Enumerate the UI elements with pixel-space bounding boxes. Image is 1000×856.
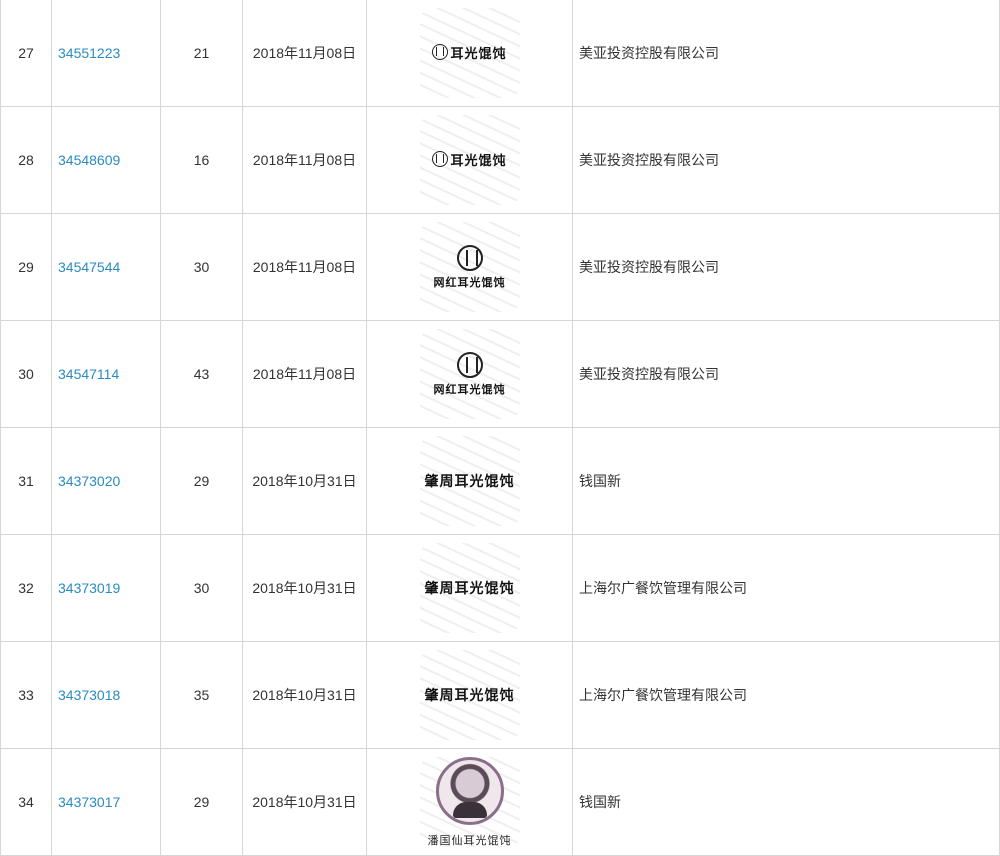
trademark-text: 肇周耳光馄饨 <box>424 581 515 597</box>
trademark-logo-cell: 网红耳光馄饨 <box>366 320 573 428</box>
table-row: 30 34547114 43 2018年11月08日网红耳光馄饨 美亚投资控股有限公司 <box>0 320 1000 428</box>
registration-cell: 34373019 <box>51 534 161 642</box>
trademark-logo-cell: 潘国仙耳光馄饨 <box>366 748 573 856</box>
table-row: 34 34373017 29 2018年10月31日潘国仙耳光馄饨 钱国新 <box>0 748 1000 856</box>
application-date: 2018年10月31日 <box>242 534 367 642</box>
row-index: 29 <box>0 213 52 321</box>
table-row: 28 34548609 16 2018年11月08日 耳光馄饨 美亚投资控股有限公司 <box>0 106 1000 214</box>
seal-icon <box>456 351 483 378</box>
trademark-logo-cell: 肇周耳光馄饨 <box>366 427 573 535</box>
registration-number-link[interactable]: 34373019 <box>58 580 120 596</box>
registration-number-link[interactable]: 34373018 <box>58 687 120 703</box>
trademark-text: 耳光馄饨 <box>450 153 507 169</box>
application-date: 2018年10月31日 <box>242 748 367 856</box>
trademark-text: 网红耳光馄饨 <box>433 382 506 396</box>
applicant-name: 上海尔广餐饮管理有限公司 <box>572 534 1000 642</box>
registration-cell: 34551223 <box>51 0 161 107</box>
class-number: 21 <box>160 0 243 107</box>
class-number: 35 <box>160 641 243 749</box>
registration-cell: 34547114 <box>51 320 161 428</box>
applicant-name: 钱国新 <box>572 427 1000 535</box>
table-row: 27 34551223 21 2018年11月08日 耳光馄饨 美亚投资控股有限公司 <box>0 0 1000 107</box>
trademark-text: 耳光馄饨 <box>450 46 507 62</box>
trademark-image: 肇周耳光馄饨 <box>425 578 515 598</box>
registration-cell: 34373018 <box>51 641 161 749</box>
registration-cell: 34373020 <box>51 427 161 535</box>
class-number: 30 <box>160 213 243 321</box>
applicant-name: 美亚投资控股有限公司 <box>572 0 1000 107</box>
class-number: 29 <box>160 748 243 856</box>
trademark-table: 27 34551223 21 2018年11月08日 耳光馄饨 美亚投资控股有限公司 28 3… <box>0 0 1000 856</box>
seal-icon <box>432 151 449 168</box>
trademark-logo-cell: 耳光馄饨 <box>366 106 573 214</box>
table-row: 31 34373020 29 2018年10月31日 肇周耳光馄饨 钱国新 <box>0 427 1000 535</box>
registration-number-link[interactable]: 34551223 <box>58 45 120 61</box>
trademark-logo-cell: 肇周耳光馄饨 <box>366 534 573 642</box>
registration-number-link[interactable]: 34373017 <box>58 794 120 810</box>
class-number: 30 <box>160 534 243 642</box>
row-index: 32 <box>0 534 52 642</box>
trademark-image: 肇周耳光馄饨 <box>425 471 515 491</box>
trademark-image: 耳光馄饨 <box>432 43 506 62</box>
application-date: 2018年11月08日 <box>242 320 367 428</box>
registration-number-link[interactable]: 34548609 <box>58 152 120 168</box>
seal-icon <box>432 44 449 61</box>
row-index: 31 <box>0 427 52 535</box>
row-index: 30 <box>0 320 52 428</box>
class-number: 16 <box>160 106 243 214</box>
class-number: 43 <box>160 320 243 428</box>
table-row: 33 34373018 35 2018年10月31日 肇周耳光馄饨 上海尔广餐饮管理有限公… <box>0 641 1000 749</box>
application-date: 2018年11月08日 <box>242 0 367 107</box>
application-date: 2018年11月08日 <box>242 106 367 214</box>
registration-number-link[interactable]: 34373020 <box>58 473 120 489</box>
table-row: 29 34547544 30 2018年11月08日网红耳光馄饨 美亚投资控股有限公司 <box>0 213 1000 321</box>
registration-number-link[interactable]: 34547544 <box>58 259 120 275</box>
applicant-name: 上海尔广餐饮管理有限公司 <box>572 641 1000 749</box>
applicant-name: 钱国新 <box>572 748 1000 856</box>
class-number: 29 <box>160 427 243 535</box>
applicant-name: 美亚投资控股有限公司 <box>572 320 1000 428</box>
application-date: 2018年10月31日 <box>242 641 367 749</box>
table-row: 32 34373019 30 2018年10月31日 肇周耳光馄饨 上海尔广餐饮管理有限公… <box>0 534 1000 642</box>
trademark-text: 肇周耳光馄饨 <box>424 688 515 704</box>
trademark-image: 肇周耳光馄饨 <box>425 685 515 705</box>
applicant-name: 美亚投资控股有限公司 <box>572 213 1000 321</box>
trademark-image: 耳光馄饨 <box>432 150 506 169</box>
application-date: 2018年11月08日 <box>242 213 367 321</box>
registration-cell: 34373017 <box>51 748 161 856</box>
registration-cell: 34548609 <box>51 106 161 214</box>
row-index: 28 <box>0 106 52 214</box>
registration-cell: 34547544 <box>51 213 161 321</box>
row-index: 33 <box>0 641 52 749</box>
trademark-logo-cell: 肇周耳光馄饨 <box>366 641 573 749</box>
trademark-image: 网红耳光馄饨 <box>433 244 506 290</box>
registration-number-link[interactable]: 34547114 <box>58 366 119 382</box>
portrait-icon <box>435 756 504 825</box>
applicant-name: 美亚投资控股有限公司 <box>572 106 1000 214</box>
trademark-text: 潘国仙耳光馄饨 <box>427 833 512 847</box>
trademark-text: 肇周耳光馄饨 <box>424 474 515 490</box>
trademark-image: 潘国仙耳光馄饨 <box>427 756 512 848</box>
application-date: 2018年10月31日 <box>242 427 367 535</box>
trademark-logo-cell: 网红耳光馄饨 <box>366 213 573 321</box>
trademark-logo-cell: 耳光馄饨 <box>366 0 573 107</box>
row-index: 27 <box>0 0 52 107</box>
row-index: 34 <box>0 748 52 856</box>
trademark-image: 网红耳光馄饨 <box>433 351 506 397</box>
seal-icon <box>456 244 483 271</box>
trademark-text: 网红耳光馄饨 <box>433 275 506 289</box>
